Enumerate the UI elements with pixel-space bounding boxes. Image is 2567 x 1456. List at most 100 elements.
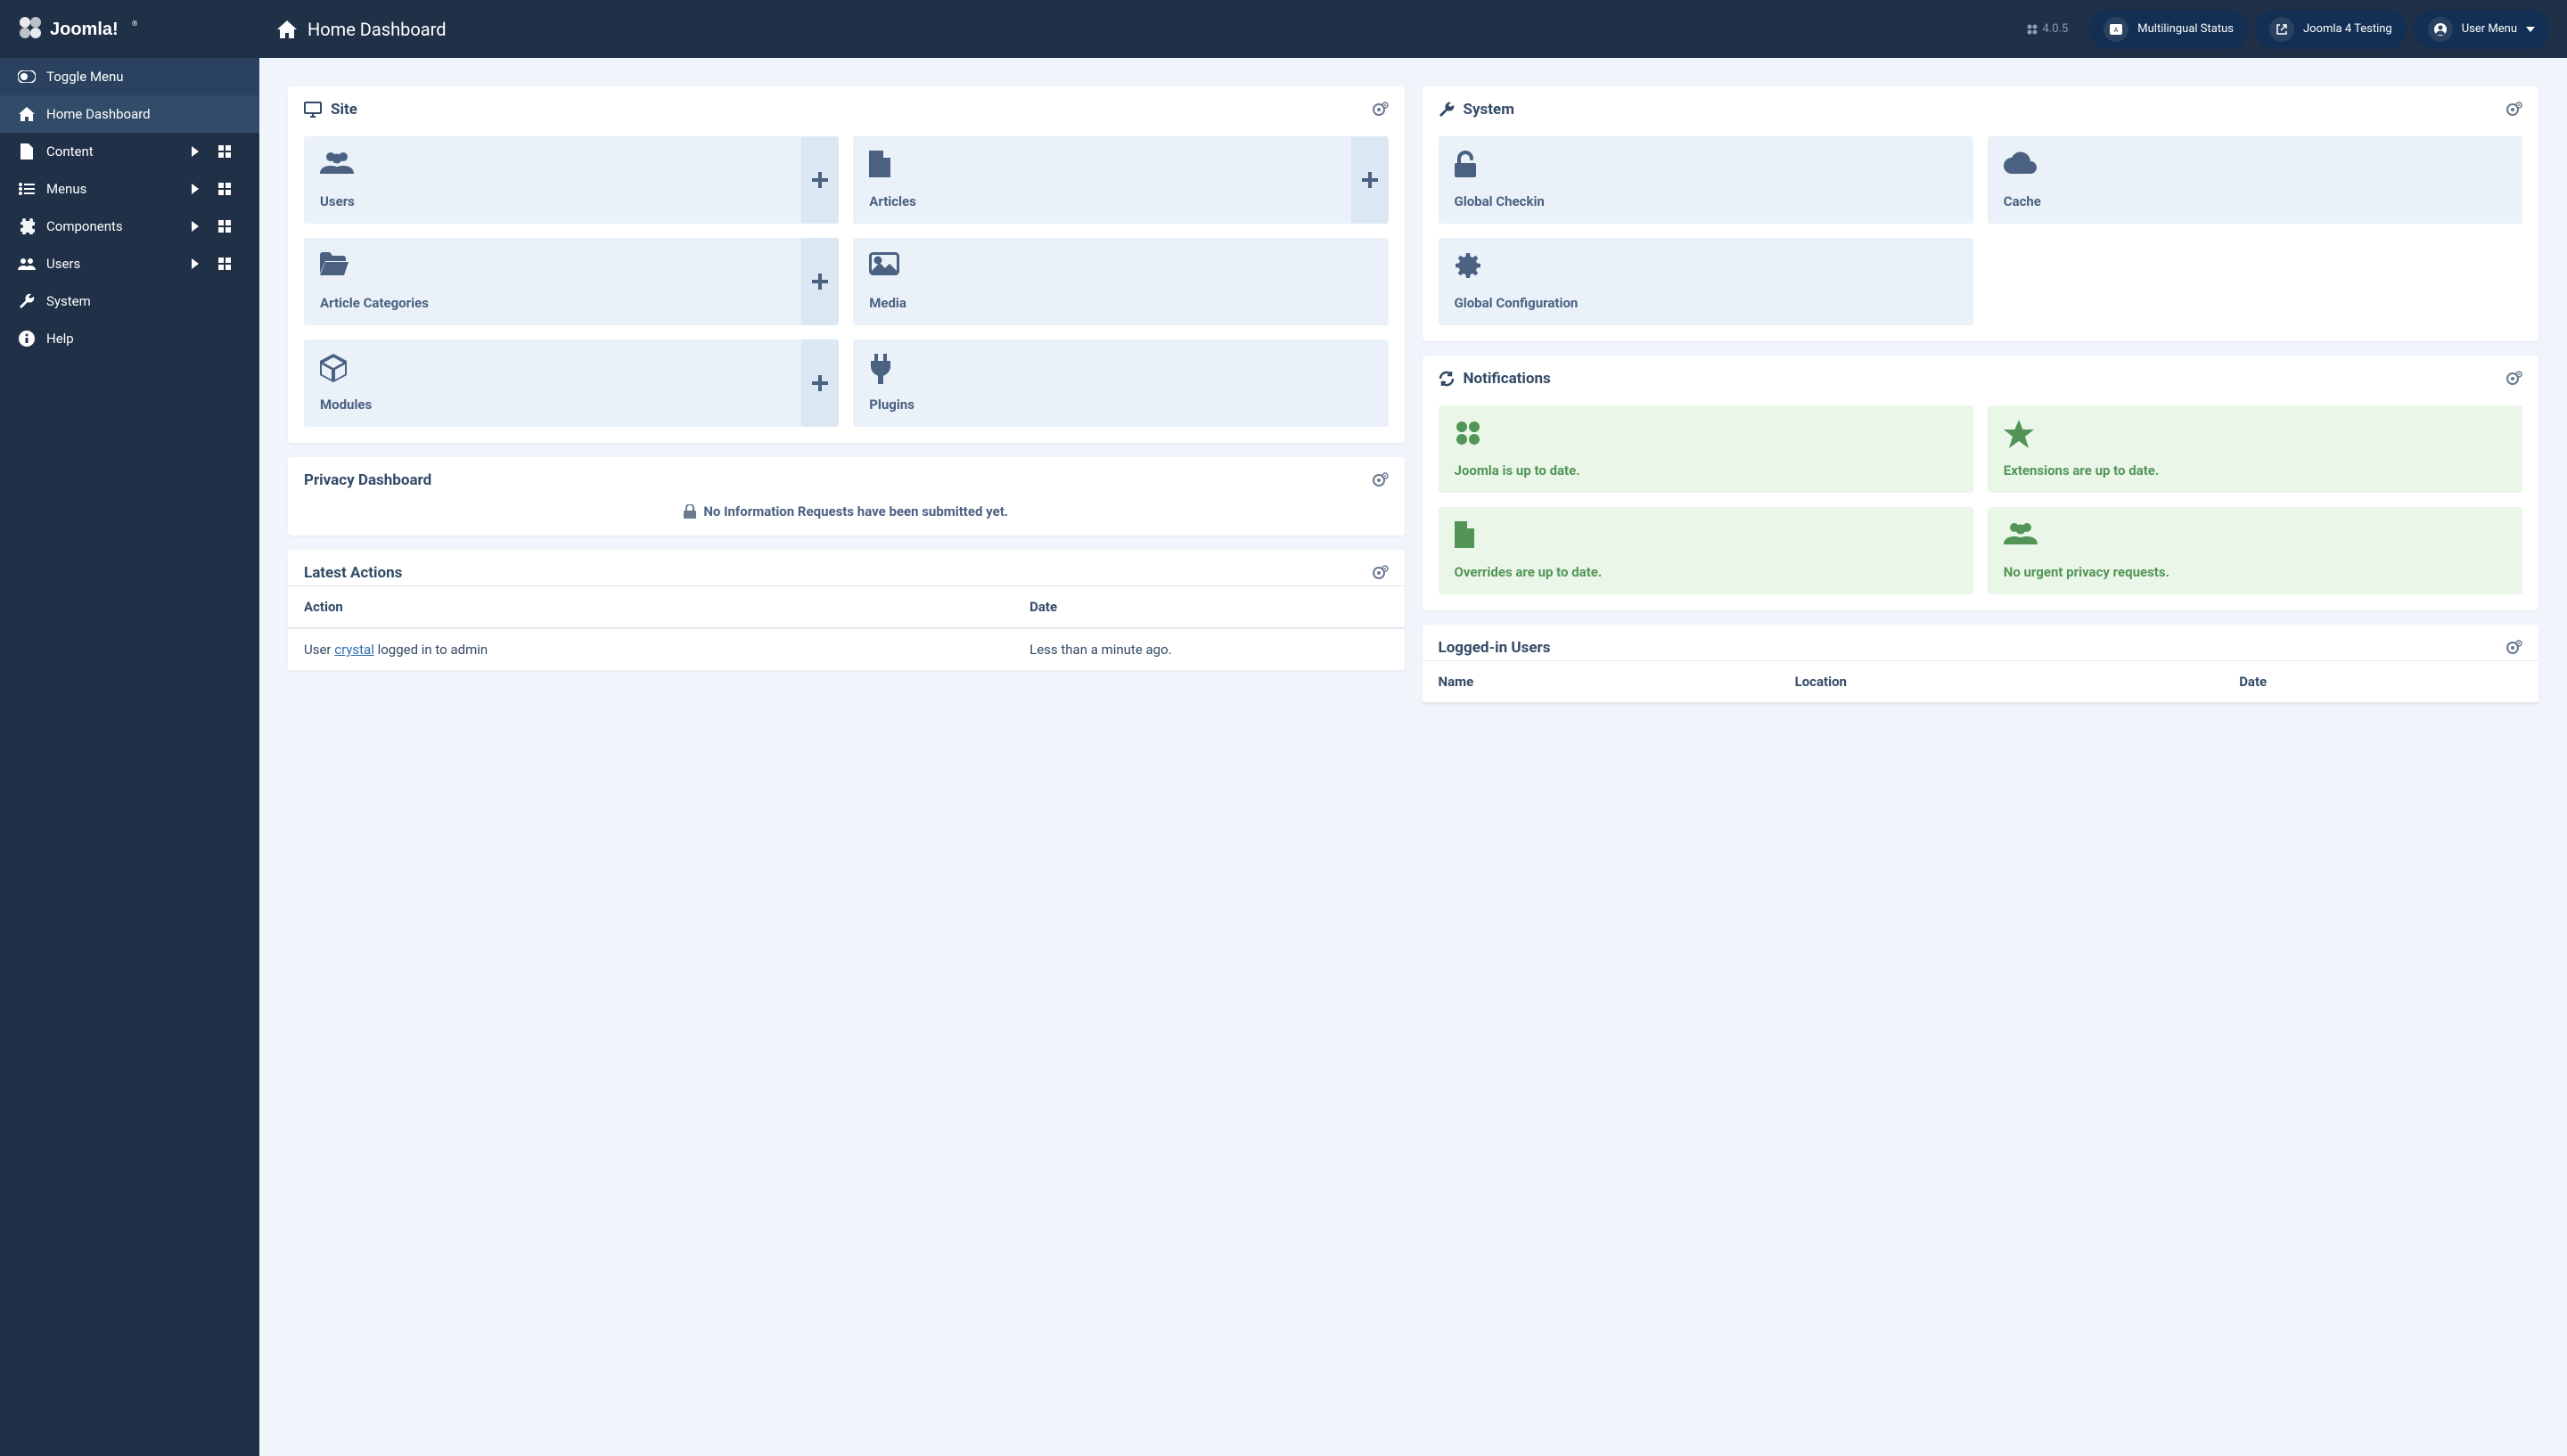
sidebar-item-home[interactable]: Home Dashboard bbox=[0, 95, 259, 133]
date-cell: Less than a minute ago. bbox=[1013, 628, 1404, 671]
tile-label: Article Categories bbox=[320, 295, 785, 311]
panel-title: Logged-in Users bbox=[1439, 639, 1551, 657]
tile-label: Plugins bbox=[869, 397, 1372, 413]
panel-settings-icon[interactable] bbox=[1373, 472, 1389, 488]
tile-plugins[interactable]: Plugins bbox=[853, 339, 1388, 427]
tile-overrides-uptodate[interactable]: Overrides are up to date. bbox=[1439, 507, 1973, 594]
joomla-icon bbox=[1455, 420, 1957, 446]
plug-icon bbox=[869, 354, 1372, 384]
sidebar-item-content[interactable]: Content bbox=[0, 133, 259, 170]
panel-site: Site Users bbox=[288, 86, 1405, 443]
sidebar-item-components[interactable]: Components bbox=[0, 208, 259, 245]
sidebar-item-label: Home Dashboard bbox=[46, 106, 245, 122]
table-row: User crystal logged in to admin Less tha… bbox=[288, 628, 1405, 671]
chevron-right-icon bbox=[192, 184, 218, 194]
panel-title: Privacy Dashboard bbox=[304, 471, 431, 489]
tile-label: Articles bbox=[869, 193, 1334, 209]
sidebar-item-label: System bbox=[46, 293, 245, 309]
tile-label: Global Checkin bbox=[1455, 193, 1957, 209]
grid-icon[interactable] bbox=[218, 183, 245, 195]
svg-text:A: A bbox=[2114, 27, 2119, 34]
tile-media[interactable]: Media bbox=[853, 238, 1388, 325]
svg-text:®: ® bbox=[132, 20, 137, 28]
tile-label: Overrides are up to date. bbox=[1455, 564, 1957, 580]
button-label: User Menu bbox=[2462, 22, 2517, 36]
sidebar-item-label: Components bbox=[46, 218, 192, 234]
tile-label: Cache bbox=[2004, 193, 2506, 209]
panel-settings-icon[interactable] bbox=[2506, 640, 2522, 656]
user-menu-button[interactable]: User Menu bbox=[2414, 10, 2549, 49]
panel-system: System Global Checkin bbox=[1423, 86, 2539, 341]
panel-privacy: Privacy Dashboard No Information Request… bbox=[288, 457, 1405, 536]
tile-articles[interactable]: Articles bbox=[853, 136, 1388, 224]
tile-label: Modules bbox=[320, 397, 785, 413]
panel-latest-actions: Latest Actions Action Date User crystal … bbox=[288, 550, 1405, 671]
sidebar-item-system[interactable]: System bbox=[0, 282, 259, 320]
multilingual-status-button[interactable]: A Multilingual Status bbox=[2089, 10, 2248, 49]
action-cell: User crystal logged in to admin bbox=[288, 628, 1013, 671]
tile-add-button[interactable] bbox=[1351, 136, 1389, 224]
sidebar-item-label: Menus bbox=[46, 181, 192, 197]
panel-title: System bbox=[1464, 101, 1514, 119]
unlock-icon bbox=[1455, 151, 1957, 177]
chevron-down-icon bbox=[2526, 27, 2535, 32]
tile-global-configuration[interactable]: Global Configuration bbox=[1439, 238, 1973, 325]
sidebar-item-menus[interactable]: Menus bbox=[0, 170, 259, 208]
tile-add-button[interactable] bbox=[801, 238, 839, 325]
chevron-right-icon bbox=[192, 258, 218, 269]
tile-modules[interactable]: Modules bbox=[304, 339, 839, 427]
chevron-right-icon bbox=[192, 221, 218, 232]
tile-users[interactable]: Users bbox=[304, 136, 839, 224]
page-title-wrap: Home Dashboard bbox=[277, 19, 447, 40]
toggle-menu[interactable]: Toggle Menu bbox=[0, 58, 259, 95]
svg-text:Joomla!: Joomla! bbox=[50, 20, 119, 39]
gear-icon bbox=[1455, 252, 1957, 279]
sidebar-item-help[interactable]: Help bbox=[0, 320, 259, 357]
tile-add-button[interactable] bbox=[801, 339, 839, 427]
page-title: Home Dashboard bbox=[308, 19, 447, 40]
panel-settings-icon[interactable] bbox=[2506, 371, 2522, 387]
grid-icon[interactable] bbox=[218, 258, 245, 270]
toggle-icon bbox=[14, 70, 39, 83]
tile-article-categories[interactable]: Article Categories bbox=[304, 238, 839, 325]
info-icon bbox=[14, 331, 39, 347]
wrench-icon bbox=[14, 293, 39, 309]
file-icon bbox=[1455, 521, 1957, 548]
panel-settings-icon[interactable] bbox=[1373, 565, 1389, 581]
star-icon bbox=[2004, 420, 2506, 448]
grid-icon[interactable] bbox=[218, 220, 245, 233]
panel-title: Notifications bbox=[1464, 370, 1551, 388]
table-header-action: Action bbox=[288, 586, 1013, 629]
user-link[interactable]: crystal bbox=[334, 642, 374, 658]
toggle-label: Toggle Menu bbox=[46, 69, 245, 85]
panel-settings-icon[interactable] bbox=[2506, 102, 2522, 118]
tile-add-button[interactable] bbox=[801, 136, 839, 224]
version-label: 4.0.5 bbox=[2027, 22, 2068, 36]
joomla-testing-button[interactable]: Joomla 4 Testing bbox=[2255, 10, 2407, 49]
folder-open-icon bbox=[320, 252, 785, 275]
tile-label: Users bbox=[320, 193, 785, 209]
puzzle-icon bbox=[14, 218, 39, 234]
panel-title: Site bbox=[331, 101, 357, 119]
tile-label: Global Configuration bbox=[1455, 295, 1957, 311]
chevron-right-icon bbox=[192, 146, 218, 157]
sidebar-item-users[interactable]: Users bbox=[0, 245, 259, 282]
brand-logo[interactable]: Joomla! ® bbox=[0, 0, 259, 58]
sidebar: Joomla! ® Toggle Menu Home Dashboard Cont… bbox=[0, 0, 259, 1456]
users-icon bbox=[14, 258, 39, 270]
tile-joomla-uptodate[interactable]: Joomla is up to date. bbox=[1439, 405, 1973, 493]
file-icon bbox=[869, 151, 1334, 177]
grid-icon[interactable] bbox=[218, 145, 245, 158]
tile-label: No urgent privacy requests. bbox=[2004, 564, 2506, 580]
tile-cache[interactable]: Cache bbox=[1988, 136, 2522, 224]
button-label: Joomla 4 Testing bbox=[2303, 22, 2392, 36]
joomla-icon bbox=[2027, 24, 2038, 35]
home-icon bbox=[14, 107, 39, 121]
list-icon bbox=[14, 183, 39, 195]
tile-global-checkin[interactable]: Global Checkin bbox=[1439, 136, 1973, 224]
tile-extensions-uptodate[interactable]: Extensions are up to date. bbox=[1988, 405, 2522, 493]
panel-settings-icon[interactable] bbox=[1373, 102, 1389, 118]
tile-privacy-requests[interactable]: No urgent privacy requests. bbox=[1988, 507, 2522, 594]
home-icon bbox=[277, 20, 297, 38]
tile-label: Extensions are up to date. bbox=[2004, 462, 2506, 479]
